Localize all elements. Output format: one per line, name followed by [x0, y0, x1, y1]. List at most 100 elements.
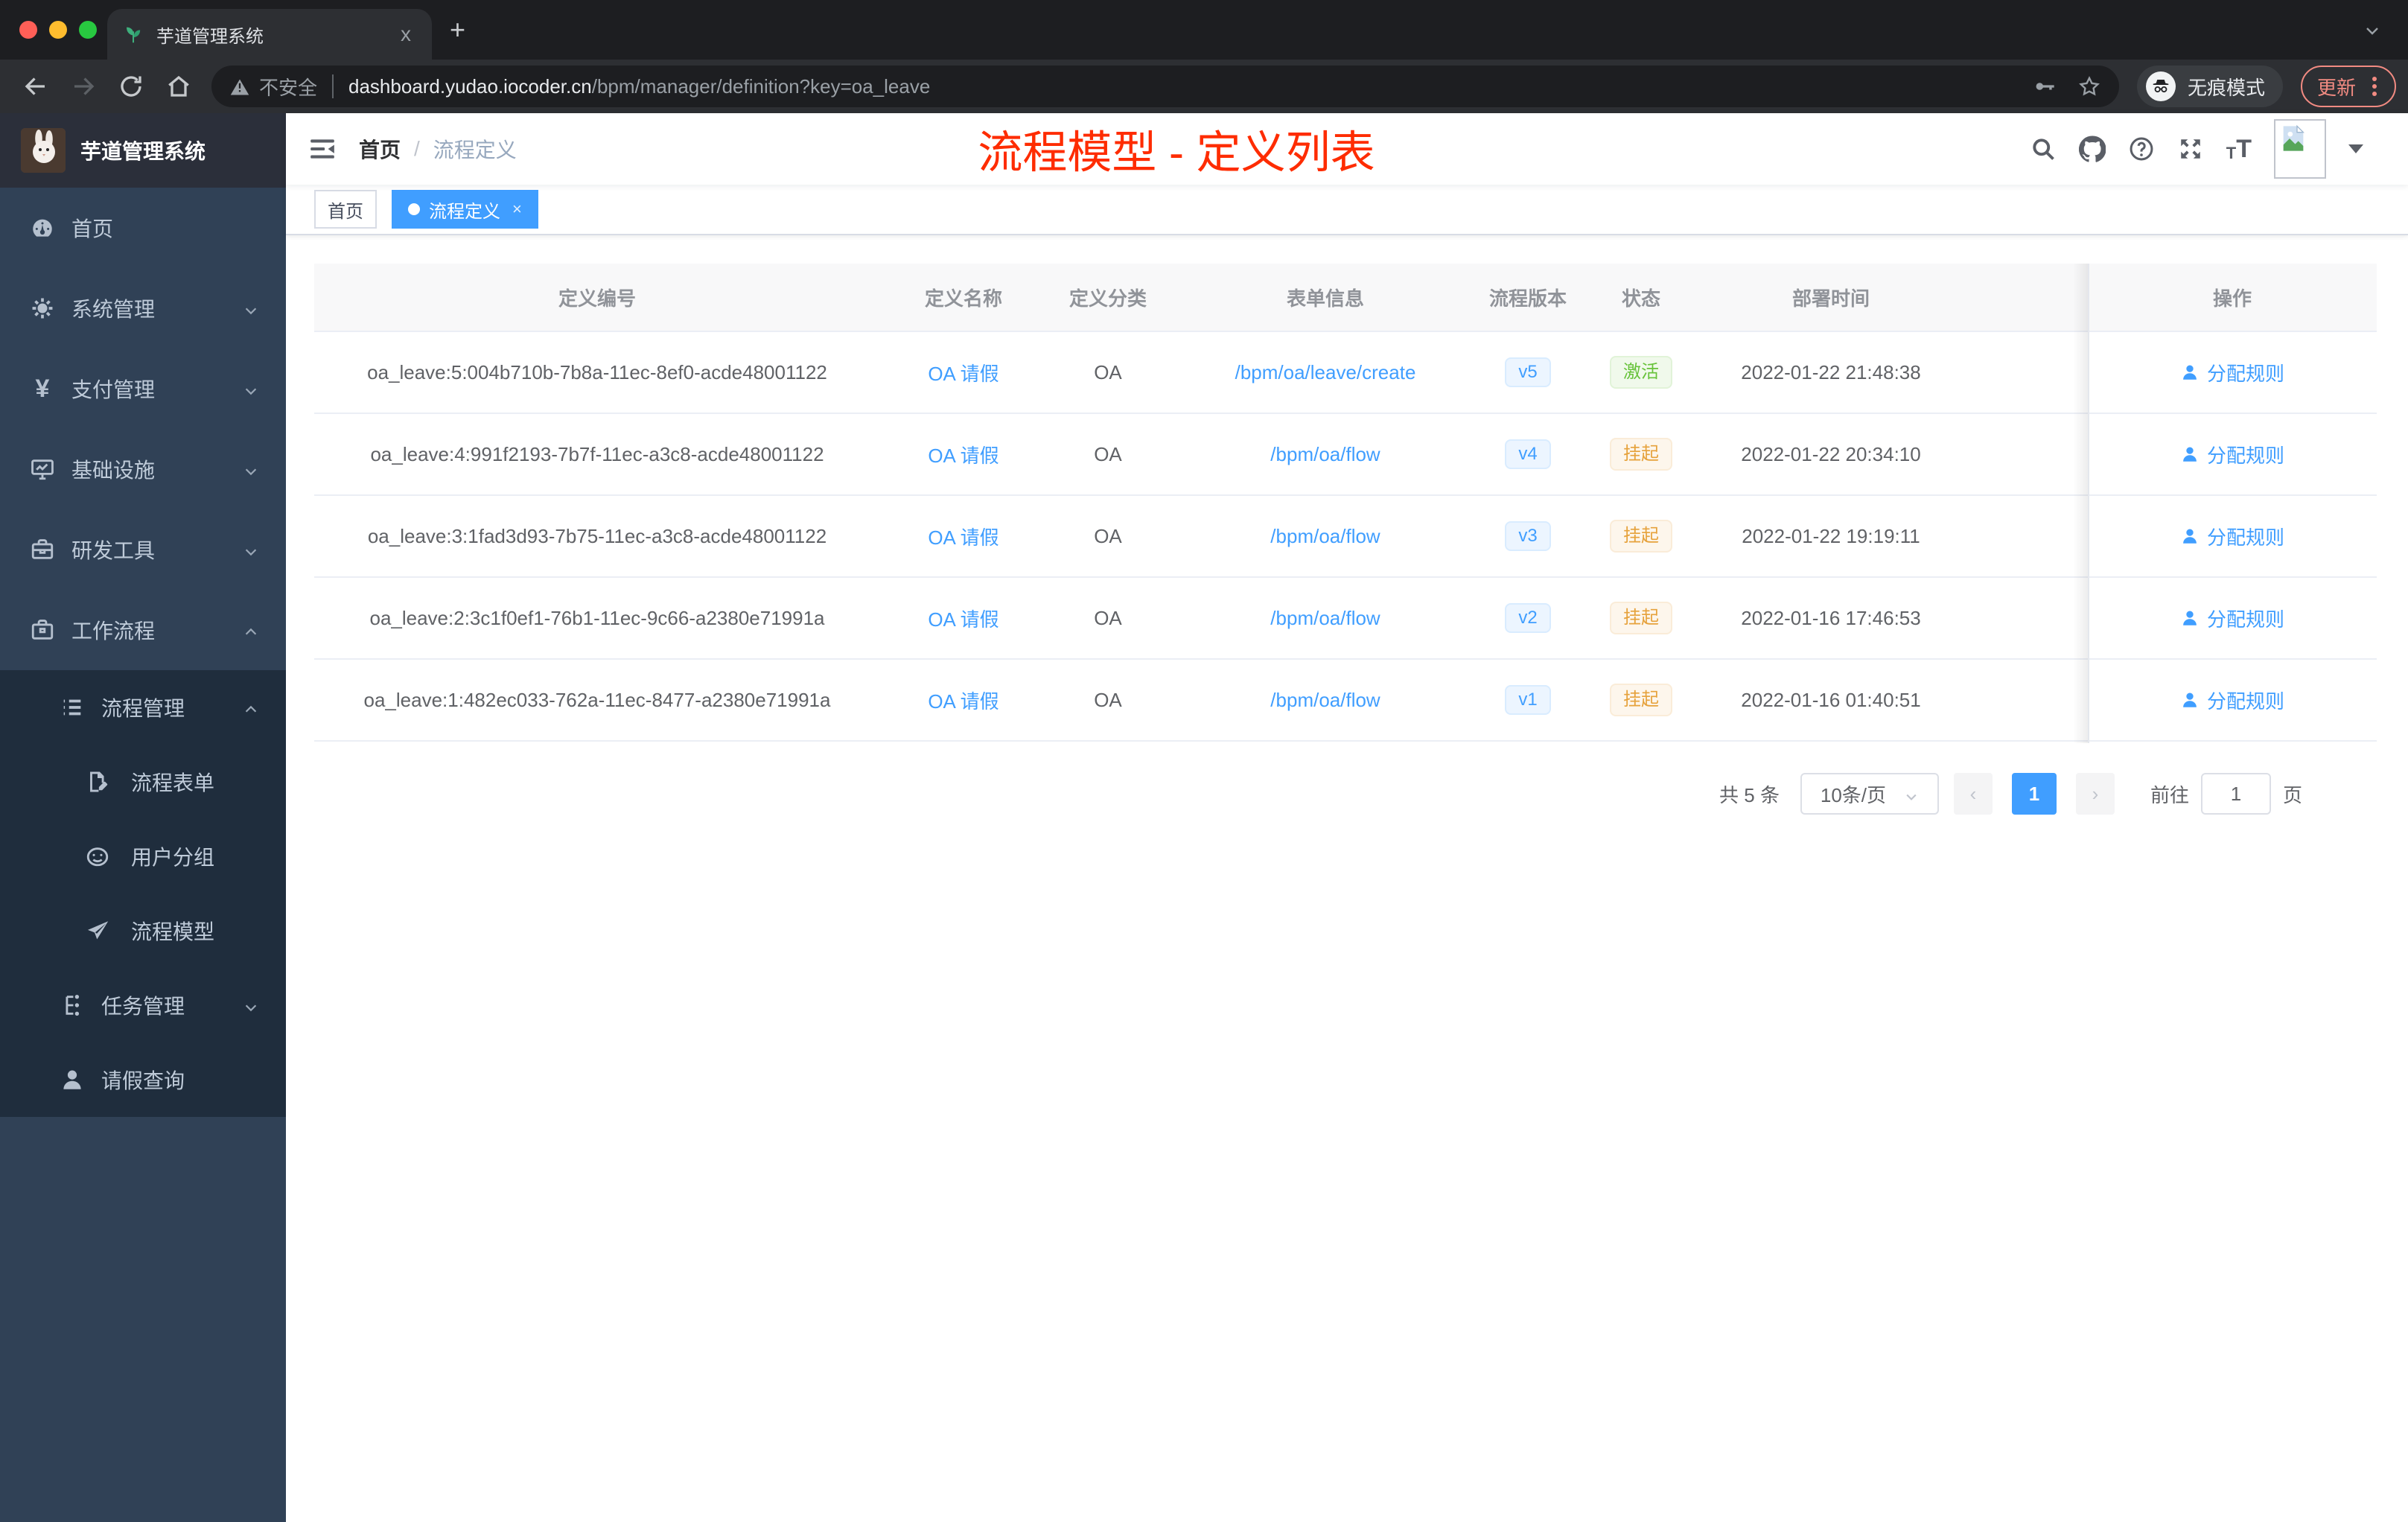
- definition-name-link[interactable]: OA 请假: [928, 605, 998, 632]
- person-icon: [60, 1067, 85, 1092]
- definition-name-link[interactable]: OA 请假: [928, 441, 998, 468]
- assign-rule-button[interactable]: 分配规则: [2180, 441, 2284, 468]
- github-icon[interactable]: [2078, 136, 2106, 162]
- sidebar-item-devtools[interactable]: 研发工具: [0, 509, 286, 590]
- sidebar-item-user-group[interactable]: 用户分组: [0, 819, 286, 894]
- sidebar-item-process-management[interactable]: 流程管理: [0, 670, 286, 745]
- form-link[interactable]: /bpm/oa/flow: [1270, 607, 1380, 630]
- security-label[interactable]: 不安全: [259, 73, 317, 101]
- window-close-button[interactable]: [19, 21, 37, 39]
- form-link[interactable]: /bpm/oa/leave/create: [1235, 361, 1416, 384]
- status-badge: 挂起: [1610, 602, 1672, 634]
- definition-name-link[interactable]: OA 请假: [928, 687, 998, 714]
- status-badge: 激活: [1610, 356, 1672, 389]
- tree-icon: [60, 993, 85, 1018]
- sidebar-item-workflow[interactable]: 工作流程: [0, 590, 286, 670]
- column-header: 定义编号: [558, 287, 636, 310]
- tag-label: 首页: [328, 201, 363, 222]
- back-icon[interactable]: [22, 73, 49, 100]
- update-label: 更新: [2316, 76, 2356, 99]
- definition-category: OA: [1094, 524, 1122, 547]
- goto-page-input[interactable]: 1: [2200, 773, 2271, 815]
- sidebar-item-payment[interactable]: ¥ 支付管理: [0, 348, 286, 429]
- font-size-icon[interactable]: TT: [2226, 136, 2252, 162]
- window-minimize-button[interactable]: [49, 21, 67, 39]
- robot-icon: [85, 844, 110, 869]
- assign-rule-button[interactable]: 分配规则: [2180, 687, 2284, 714]
- sidebar-item-process-model[interactable]: 流程模型: [0, 894, 286, 968]
- search-icon[interactable]: [2030, 136, 2057, 162]
- sidebar-item-process-form[interactable]: 流程表单: [0, 745, 286, 819]
- incognito-badge: 无痕模式: [2136, 66, 2283, 107]
- chevron-down-icon: [243, 380, 259, 397]
- sidebar-item-system[interactable]: 系统管理: [0, 268, 286, 348]
- star-icon[interactable]: [2077, 74, 2101, 98]
- sidebar-item-task-management[interactable]: 任务管理: [0, 968, 286, 1042]
- sidebar-item-label: 支付管理: [71, 378, 156, 401]
- caret-down-icon[interactable]: [2348, 144, 2363, 153]
- definition-id: oa_leave:2:3c1f0ef1-76b1-11ec-9c66-a2380…: [369, 606, 825, 629]
- definition-category: OA: [1094, 442, 1122, 465]
- fullscreen-icon[interactable]: [2177, 136, 2204, 162]
- chevron-up-icon: [243, 622, 259, 638]
- window-zoom-button[interactable]: [79, 21, 97, 39]
- form-link[interactable]: /bpm/oa/flow: [1270, 443, 1380, 466]
- assign-rule-button[interactable]: 分配规则: [2180, 359, 2284, 386]
- sidebar-item-home[interactable]: 首页: [0, 188, 286, 268]
- sidebar-item-leave-query[interactable]: 请假查询: [0, 1042, 286, 1117]
- tag-home[interactable]: 首页: [314, 190, 377, 229]
- definition-id: oa_leave:1:482ec033-762a-11ec-8477-a2380…: [363, 688, 831, 711]
- assign-rule-button[interactable]: 分配规则: [2180, 523, 2284, 550]
- hamburger-icon[interactable]: [308, 135, 337, 163]
- sidebar: 芋道管理系统 首页 系统管理 ¥ 支付管理 基础设施 研发工具 工作流程 流程管…: [0, 113, 286, 1522]
- user-icon: [2180, 690, 2200, 710]
- assign-rule-button[interactable]: 分配规则: [2180, 605, 2284, 632]
- browser-tab[interactable]: 芋道管理系统 x: [107, 9, 432, 60]
- monitor-icon: [30, 456, 55, 482]
- kebab-menu-icon[interactable]: [2369, 77, 2380, 96]
- tag-process-definition[interactable]: 流程定义 ×: [392, 190, 538, 229]
- sidebar-item-label: 流程管理: [101, 697, 185, 720]
- column-header: 流程版本: [1488, 287, 1567, 310]
- tab-search-chevron-icon[interactable]: [2363, 18, 2381, 45]
- table-row: oa_leave:2:3c1f0ef1-76b1-11ec-9c66-a2380…: [314, 578, 2377, 660]
- sidebar-item-infrastructure[interactable]: 基础设施: [0, 429, 286, 509]
- tag-close-icon[interactable]: ×: [512, 200, 522, 219]
- deploy-time: 2022-01-22 21:48:38: [1741, 360, 1921, 383]
- definition-name-link[interactable]: OA 请假: [928, 359, 998, 386]
- form-link[interactable]: /bpm/oa/flow: [1270, 689, 1380, 712]
- sidebar-item-label: 基础设施: [71, 459, 156, 482]
- column-header: 定义分类: [1068, 287, 1147, 310]
- version-badge: v5: [1505, 357, 1551, 387]
- breadcrumb: 首页 / 流程定义: [359, 134, 517, 164]
- avatar[interactable]: [2274, 119, 2326, 179]
- sidebar-logo[interactable]: 芋道管理系统: [0, 113, 286, 188]
- refresh-icon[interactable]: [118, 73, 144, 100]
- breadcrumb-home[interactable]: 首页: [359, 134, 401, 164]
- address-bar[interactable]: 不安全 dashboard.yudao.iocoder.cn /bpm/mana…: [211, 66, 2119, 107]
- help-icon[interactable]: [2128, 136, 2155, 162]
- page-number-1[interactable]: 1: [2011, 773, 2057, 815]
- new-tab-button[interactable]: +: [450, 16, 465, 43]
- url-path: /bpm/manager/definition?key=oa_leave: [591, 74, 931, 98]
- key-icon[interactable]: [2033, 74, 2057, 98]
- tag-label: 流程定义: [429, 201, 500, 222]
- definition-id: oa_leave:4:991f2193-7b7f-11ec-a3c8-acde4…: [370, 442, 824, 465]
- definition-category: OA: [1094, 360, 1122, 383]
- gear-icon: [30, 296, 55, 321]
- warning-icon: [229, 76, 250, 97]
- definition-category: OA: [1094, 606, 1122, 629]
- page-size-select[interactable]: 10条/页: [1800, 773, 1939, 815]
- update-button[interactable]: 更新: [2300, 66, 2396, 107]
- table-header-row: 定义编号 定义名称 定义分类 表单信息 流程版本 状态 部署时间 操作: [314, 264, 2377, 332]
- deploy-time: 2022-01-22 19:19:11: [1742, 524, 1920, 547]
- tags-view: 首页 流程定义 ×: [286, 185, 2408, 235]
- definition-name-link[interactable]: OA 请假: [928, 523, 998, 550]
- prev-page-button[interactable]: ‹: [1953, 773, 1993, 815]
- next-page-button[interactable]: ›: [2075, 773, 2115, 815]
- home-icon[interactable]: [165, 73, 192, 100]
- forward-icon: [70, 73, 97, 100]
- tab-close-icon[interactable]: x: [395, 21, 417, 48]
- form-link[interactable]: /bpm/oa/flow: [1270, 525, 1380, 548]
- column-header: 操作: [2212, 287, 2252, 310]
